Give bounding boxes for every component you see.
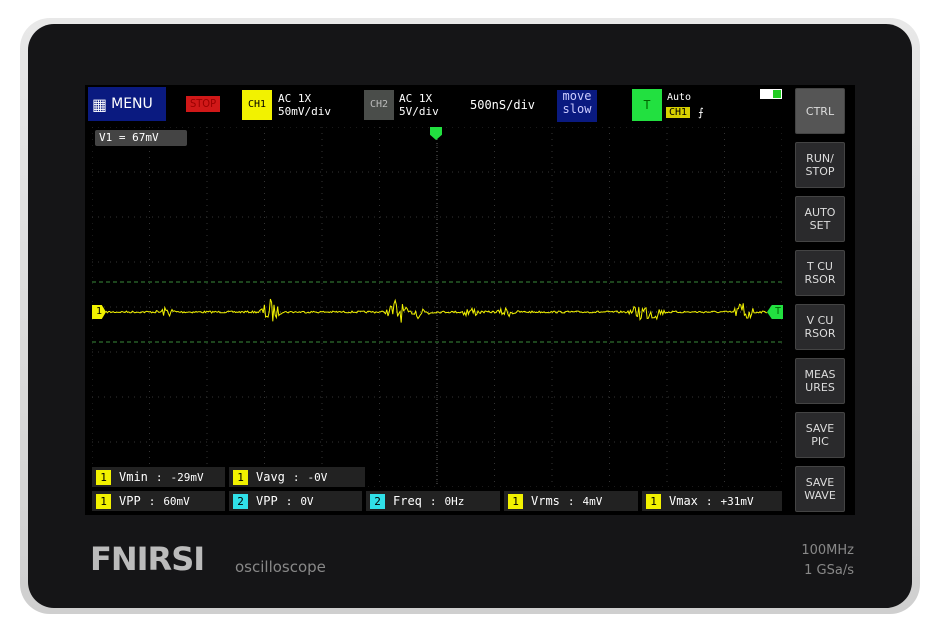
- timebase[interactable]: 500nS/div: [470, 99, 535, 112]
- channel-badge: 1: [646, 493, 661, 509]
- ch1-button[interactable]: CH1: [242, 90, 272, 120]
- softkey-save-pic[interactable]: SAVE PIC: [795, 412, 845, 458]
- rising-edge-icon: ⨍: [698, 106, 704, 119]
- run-status-badge: STOP: [186, 96, 220, 112]
- channel-badge: 1: [96, 493, 111, 509]
- product-name: oscilloscope: [235, 558, 326, 576]
- measurement-vpp: 2 VPP:0V: [229, 491, 362, 511]
- bandwidth-spec: 100MHz: [801, 543, 854, 558]
- measurement-value: 60mV: [163, 494, 190, 508]
- trigger-button[interactable]: T: [632, 89, 662, 121]
- measurement-vrms: 1 Vrms:4mV: [504, 491, 638, 511]
- channel-badge: 1: [233, 469, 248, 485]
- measurement-label: VPP: [119, 494, 141, 508]
- ch2-settings: AC 1X 5V/div: [399, 92, 439, 118]
- ch2-button[interactable]: CH2: [364, 90, 394, 120]
- trigger-mode: Auto: [667, 92, 692, 103]
- grid-icon: ▦: [92, 94, 108, 114]
- measurement-value: 0Hz: [444, 494, 465, 508]
- measurement-value: +31mV: [720, 494, 754, 508]
- battery-icon: [760, 89, 782, 99]
- sample-rate-spec: 1 GSa/s: [804, 563, 854, 578]
- softkey-ctrl[interactable]: CTRL: [795, 88, 845, 134]
- measurement-value: 0V: [300, 494, 314, 508]
- trigger-source: CH1: [666, 107, 691, 118]
- measurement-vmax: 1 Vmax: +31mV: [642, 491, 782, 511]
- measurement-vmin: 1 Vmin: -29mV: [92, 467, 225, 487]
- channel-badge: 1: [508, 493, 523, 509]
- measurement-value: -0V: [307, 470, 328, 484]
- cursor-readout: V1 = 67mV: [95, 130, 187, 146]
- measurement-label: Vavg: [256, 470, 285, 484]
- measurement-label: Freq: [393, 494, 422, 508]
- softkey-save-wave[interactable]: SAVE WAVE: [795, 466, 845, 512]
- measurement-value: 4mV: [582, 494, 603, 508]
- ch1-settings: AC 1X 50mV/div: [278, 92, 331, 118]
- measurement-value: -29mV: [170, 470, 204, 484]
- softkey-v-cu-rsor[interactable]: V CU RSOR: [795, 304, 845, 350]
- move-speed-button[interactable]: move slow: [557, 90, 597, 122]
- menu-label: MENU: [111, 96, 153, 112]
- channel-badge: 2: [370, 493, 385, 509]
- measurement-vavg: 1 Vavg: -0V: [229, 467, 365, 487]
- measurement-label: VPP: [256, 494, 278, 508]
- measurement-label: Vmax: [669, 494, 698, 508]
- softkey-run-stop[interactable]: RUN/ STOP: [795, 142, 845, 188]
- brand-logo: FNIRSI: [90, 540, 205, 578]
- waveform-display[interactable]: [92, 127, 782, 487]
- softkey-t-cu-rsor[interactable]: T CU RSOR: [795, 250, 845, 296]
- measurement-label: Vrms: [531, 494, 560, 508]
- channel-badge: 2: [233, 493, 248, 509]
- softkey-auto-set[interactable]: AUTO SET: [795, 196, 845, 242]
- measurement-label: Vmin: [119, 470, 148, 484]
- softkey-meas-ures[interactable]: MEAS URES: [795, 358, 845, 404]
- menu-button[interactable]: ▦ MENU: [88, 87, 166, 121]
- channel-badge: 1: [96, 469, 111, 485]
- measurement-vpp: 1 VPP:60mV: [92, 491, 225, 511]
- measurement-freq: 2 Freq:0Hz: [366, 491, 500, 511]
